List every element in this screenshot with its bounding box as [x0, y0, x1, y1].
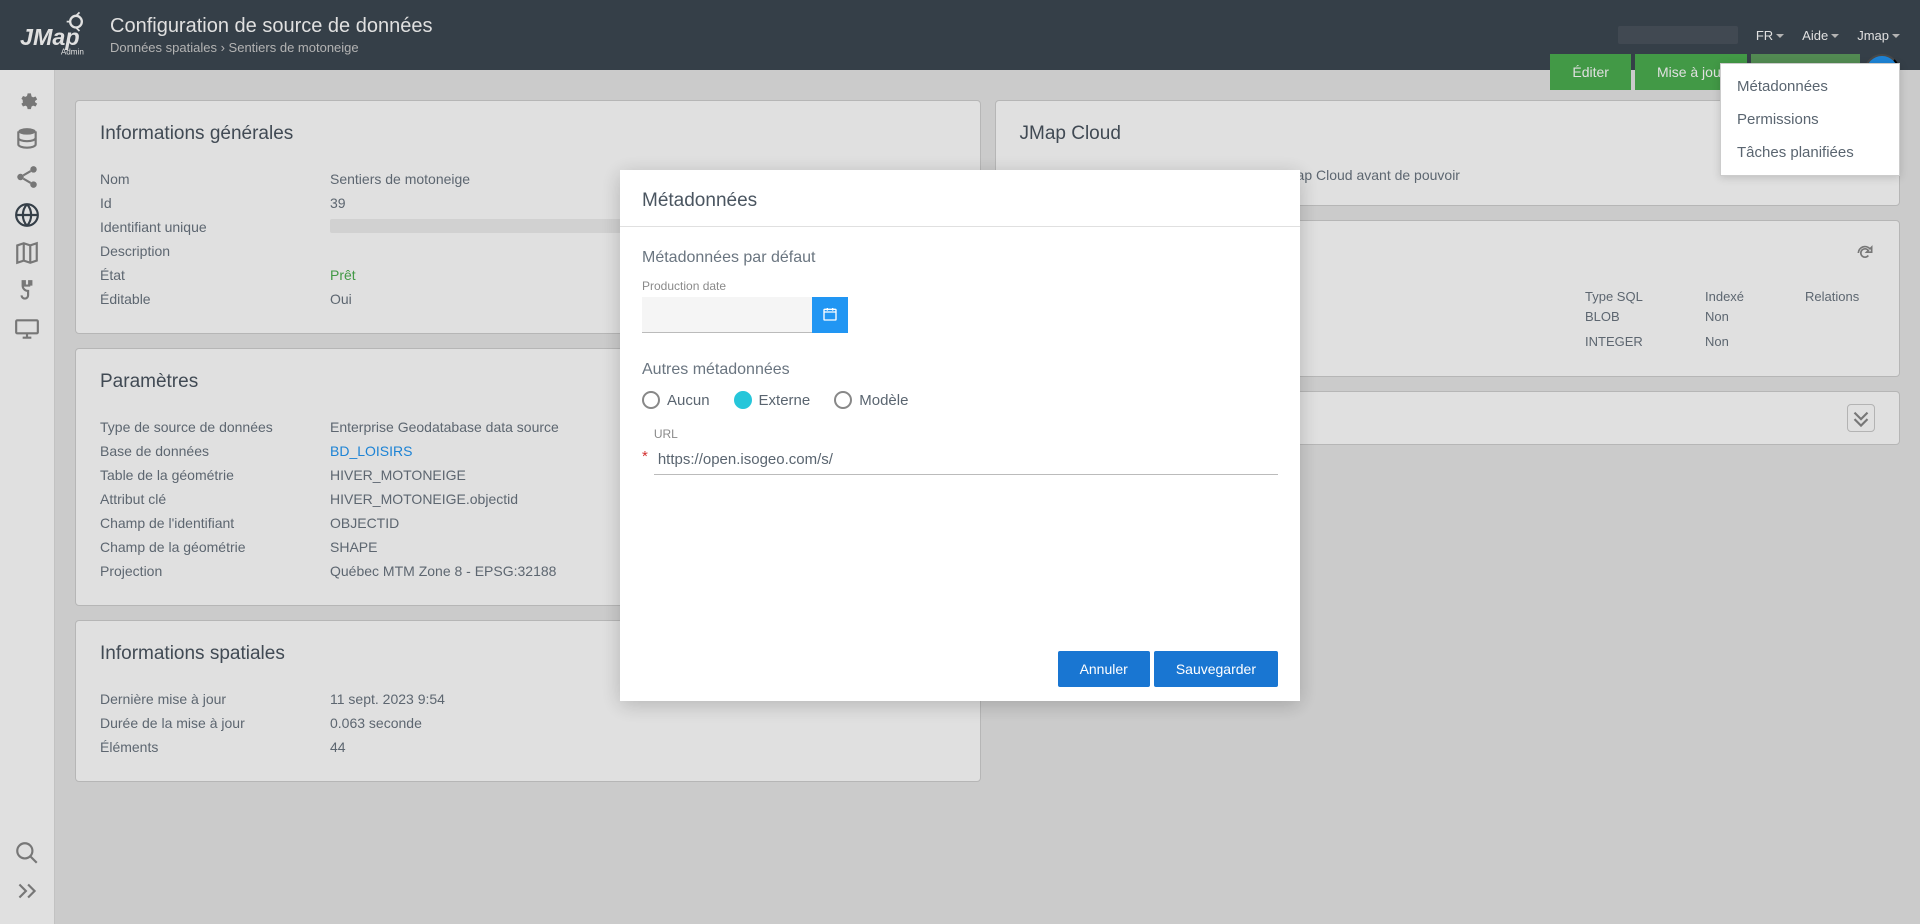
date-picker-button[interactable] [812, 297, 848, 333]
more-actions-dropdown: Métadonnées Permissions Tâches planifiée… [1720, 63, 1900, 176]
production-date-input[interactable] [642, 297, 812, 333]
metadata-type-radio-group: Aucun Externe Modèle [642, 391, 1278, 409]
required-indicator: * [642, 448, 648, 465]
url-input[interactable] [654, 445, 1278, 475]
cancel-button[interactable]: Annuler [1058, 651, 1150, 687]
other-metadata-section: Autres métadonnées [642, 361, 1278, 379]
calendar-icon [822, 306, 838, 325]
dropdown-item-metadata[interactable]: Métadonnées [1721, 70, 1899, 103]
radio-none[interactable]: Aucun [642, 391, 710, 409]
dropdown-item-tasks[interactable]: Tâches planifiées [1721, 136, 1899, 169]
radio-model[interactable]: Modèle [834, 391, 908, 409]
save-button[interactable]: Sauvegarder [1154, 651, 1278, 687]
default-metadata-section: Métadonnées par défaut [642, 249, 1278, 267]
radio-external[interactable]: Externe [734, 391, 811, 409]
url-label: URL [654, 427, 1278, 441]
production-date-label: Production date [642, 279, 1278, 293]
modal-title: Métadonnées [620, 170, 1300, 227]
dropdown-item-permissions[interactable]: Permissions [1721, 103, 1899, 136]
metadata-modal: Métadonnées Métadonnées par défaut Produ… [620, 170, 1300, 701]
